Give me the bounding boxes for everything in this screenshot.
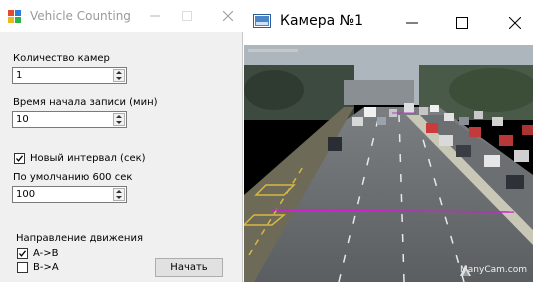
close-icon [223,11,233,21]
start-time-value: 10 [16,114,29,125]
spin-down-icon[interactable] [114,120,124,125]
maximize-icon [456,16,468,29]
direction-ba-label: B->A [33,262,59,273]
minimize-icon [406,22,418,23]
start-button[interactable]: Начать [155,258,223,277]
direction-ab-label: A->B [33,248,59,259]
maximize-button[interactable] [172,0,202,32]
new-interval-checkbox[interactable] [14,153,25,164]
spin-up-icon[interactable] [114,189,124,194]
start-time-label: Время начала записи (мин) [13,97,158,108]
spin-down-icon[interactable] [114,195,124,200]
minimize-icon [150,15,160,17]
window-title: Vehicle Counting [30,9,131,23]
new-interval-label: Новый интервал (сек) [30,153,146,164]
close-button[interactable] [213,0,243,32]
traffic-scene [244,45,533,282]
checkmark-icon [16,155,24,162]
maximize-icon [182,11,192,21]
camera-window-icon [253,14,271,31]
direction-ba-checkbox[interactable] [17,262,28,273]
spin-up-icon[interactable] [114,70,124,75]
spin-down-icon[interactable] [114,76,124,81]
direction-label: Направление движения [16,233,143,244]
interval-spinner[interactable] [113,188,125,201]
minimize-button[interactable] [140,0,170,32]
interval-value: 100 [16,189,36,200]
camera-count-input[interactable]: 1 [12,67,127,84]
default-interval-label: По умолчанию 600 сек [13,172,133,183]
vehicle-counting-window: Vehicle Counting Количество камер 1 Врем… [0,0,243,282]
spin-up-icon[interactable] [114,114,124,119]
camera-count-spinner[interactable] [113,69,125,82]
title-bar: Vehicle Counting [0,0,243,32]
manycam-watermark: ManyCam.com [460,265,527,276]
minimize-button[interactable] [392,0,432,45]
interval-input[interactable]: 100 [12,186,127,203]
start-time-spinner[interactable] [113,113,125,126]
camera-window: Камера №1 ManyCam.com [244,0,533,282]
manycam-logo-icon [460,265,472,276]
maximize-button[interactable] [442,0,482,45]
camera-count-label: Количество камер [13,53,110,64]
close-icon [508,16,521,29]
start-time-input[interactable]: 10 [12,111,127,128]
camera-window-title: Камера №1 [280,13,364,29]
checkmark-icon [19,250,27,257]
direction-ab-checkbox[interactable] [17,248,28,259]
app-icon [8,10,21,23]
close-button[interactable] [496,0,533,45]
camera-count-value: 1 [16,70,23,81]
camera-title-bar: Камера №1 [244,0,533,45]
camera-video-feed: ManyCam.com [244,45,533,282]
